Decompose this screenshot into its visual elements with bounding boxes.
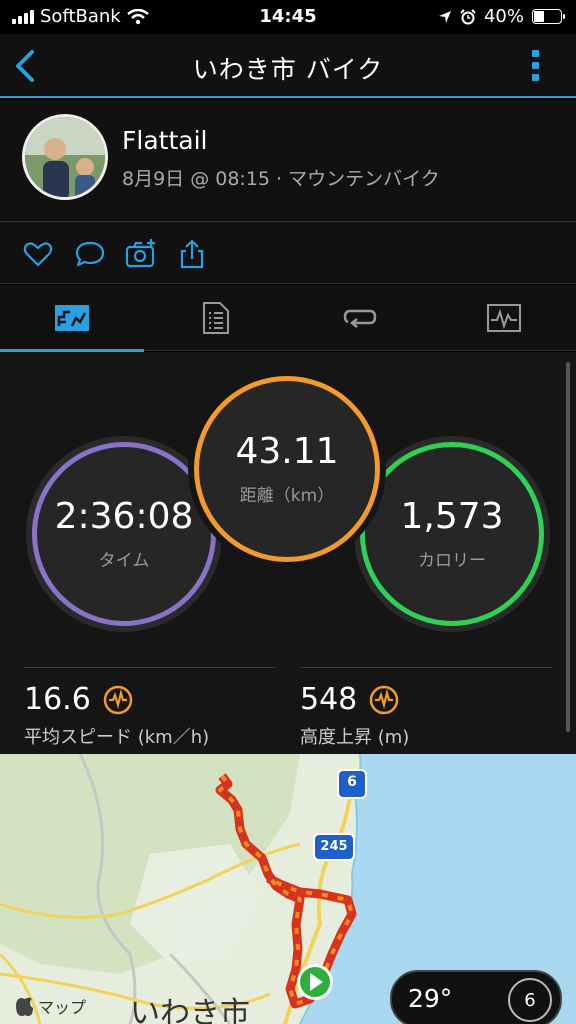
tab-charts[interactable] — [432, 285, 576, 351]
stats-panel: 2:36:08 タイム 1,573 カロリー 43.11 距離（km） 16.6… — [0, 352, 576, 754]
avg-speed-value: 16.6 — [24, 682, 91, 717]
scrollbar[interactable] — [566, 362, 570, 732]
calories-value: 1,573 — [400, 495, 504, 537]
battery-percent: 40% — [483, 6, 524, 27]
user-name[interactable]: Flattail — [122, 126, 207, 155]
distance-ring[interactable]: 43.11 距離（km） — [194, 376, 380, 562]
calories-label: カロリー — [418, 551, 486, 572]
route-6-label: 6 — [347, 774, 357, 790]
laps-loop-icon — [343, 309, 377, 328]
page-title: いわき市 バイク — [192, 55, 384, 84]
wind-dial-icon: 6 — [508, 978, 552, 1022]
battery-icon — [532, 9, 565, 24]
more-menu-icon[interactable] — [532, 50, 540, 82]
route-map[interactable]: 6 245 マップ いわき市 29° 6 — [0, 754, 576, 1024]
calories-ring[interactable]: 1,573 カロリー — [360, 442, 544, 626]
activity-meta: 8月9日 @ 08:15 · マウンテンバイク — [122, 168, 440, 190]
performance-badge-icon — [370, 685, 399, 714]
nav-bar: いわき市 バイク — [0, 34, 576, 98]
distance-label: 距離（km） — [239, 486, 335, 507]
maps-attribution[interactable]: マップ — [38, 994, 86, 1018]
tab-laps[interactable] — [288, 285, 432, 351]
weather-widget[interactable]: 29° 6 — [390, 970, 562, 1024]
document-list-icon — [203, 302, 229, 334]
avg-speed-label: 平均スピード (km／h) — [24, 727, 210, 748]
tab-bar — [0, 285, 576, 352]
action-bar — [0, 222, 576, 284]
add-photo-icon[interactable] — [125, 238, 157, 270]
distance-value: 43.11 — [235, 430, 339, 472]
apple-logo-icon — [16, 997, 33, 1016]
start-marker-icon[interactable] — [297, 964, 333, 1000]
avatar[interactable] — [22, 114, 108, 200]
stats-overview-icon — [55, 305, 89, 331]
heart-icon[interactable] — [22, 238, 54, 270]
share-icon[interactable] — [176, 238, 208, 270]
tab-details[interactable] — [144, 285, 288, 351]
ascent-value: 548 — [300, 682, 358, 717]
status-bar: SoftBank 14:45 40% — [0, 0, 576, 34]
avg-speed-stat[interactable]: 16.6 平均スピード (km／h) — [24, 667, 276, 749]
comment-icon[interactable] — [74, 238, 106, 270]
time-label: タイム — [98, 551, 150, 572]
ascent-label: 高度上昇 (m) — [300, 727, 410, 748]
temperature: 29° — [408, 984, 453, 1013]
performance-badge-icon — [103, 685, 133, 714]
wind-speed: 6 — [524, 989, 536, 1011]
route-245-label: 245 — [320, 839, 348, 854]
alarm-icon — [460, 8, 476, 24]
city-label: いわき市 — [130, 996, 250, 1024]
activity-header: Flattail 8月9日 @ 08:15 · マウンテンバイク — [0, 100, 576, 222]
tab-overview[interactable] — [0, 285, 144, 352]
ascent-stat[interactable]: 548 高度上昇 (m) — [300, 667, 552, 749]
chart-icon — [487, 304, 521, 332]
location-icon — [438, 10, 451, 23]
time-value: 2:36:08 — [54, 495, 194, 537]
